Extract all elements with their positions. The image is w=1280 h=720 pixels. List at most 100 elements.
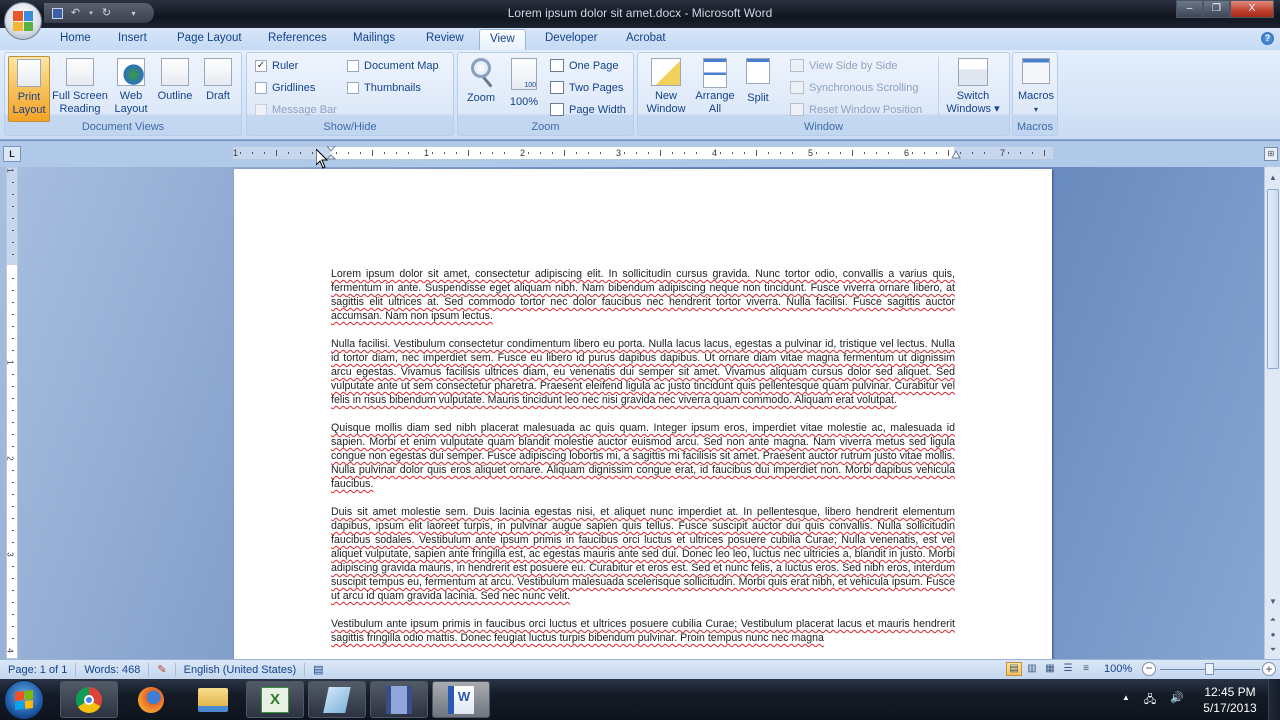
ruler-tick <box>444 152 445 154</box>
arrange-all-button[interactable]: Arrange All <box>692 56 738 116</box>
tab-acrobat[interactable]: Acrobat <box>626 32 666 44</box>
restore-button[interactable]: ❐ <box>1203 0 1230 18</box>
print-layout-view-icon[interactable]: ▤ <box>1006 662 1022 676</box>
split-icon <box>746 58 770 84</box>
paragraph[interactable]: Nulla facilisi. Vestibulum consectetur c… <box>331 337 955 407</box>
zoom-out-button[interactable]: − <box>1142 662 1156 676</box>
one-page-button[interactable]: One Page <box>550 59 619 72</box>
two-pages-button[interactable]: Two Pages <box>550 81 623 94</box>
ruler-tick <box>252 152 253 154</box>
group-document-views: Print Layout Full Screen Reading Web Lay… <box>4 52 242 136</box>
vertical-scrollbar[interactable]: ▲ ▼ ⏶ ● ⏷ <box>1264 167 1280 659</box>
paragraph[interactable]: Quisque mollis diam sed nibh placerat ma… <box>331 421 955 491</box>
tab-insert[interactable]: Insert <box>118 32 147 44</box>
outline-view-icon[interactable]: ☰ <box>1060 662 1076 676</box>
split-button[interactable]: Split <box>740 56 776 105</box>
help-icon[interactable]: ? <box>1261 32 1274 45</box>
scrollbar-thumb[interactable] <box>1267 189 1279 369</box>
page-width-button[interactable]: Page Width <box>550 103 626 116</box>
zoom-100-button[interactable]: 100 100% <box>504 56 544 109</box>
language[interactable]: English (United States) <box>176 662 306 677</box>
office-button[interactable] <box>4 2 42 40</box>
proofing-icon[interactable]: ✎ <box>149 662 176 677</box>
volume-icon[interactable]: 🔊 <box>1170 691 1184 710</box>
new-window-button[interactable]: New Window <box>642 56 690 116</box>
web-layout-button[interactable]: Web Layout <box>111 56 151 116</box>
next-page-button[interactable]: ⏷ <box>1266 643 1280 657</box>
draft-view-icon[interactable]: ≡ <box>1078 662 1094 676</box>
minimize-button[interactable]: – <box>1176 0 1203 18</box>
clock-time: 12:45 PM <box>1204 685 1256 699</box>
ruler-tick <box>648 152 649 154</box>
full-screen-reading-button[interactable]: Full Screen Reading <box>51 56 109 116</box>
document-map-checkbox[interactable]: Document Map <box>347 60 439 72</box>
tab-home[interactable]: Home <box>60 32 91 44</box>
document-page[interactable]: Lorem ipsum dolor sit amet, consectetur … <box>234 169 1052 659</box>
print-layout-button[interactable]: Print Layout <box>8 56 50 122</box>
tab-view[interactable]: View <box>479 29 526 50</box>
zoom-slider-thumb[interactable] <box>1205 663 1214 675</box>
tab-mailings[interactable]: Mailings <box>353 32 395 44</box>
draft-button[interactable]: Draft <box>199 56 237 103</box>
network-icon[interactable]: 🖧 <box>1144 691 1156 710</box>
ruler-tick <box>264 152 265 154</box>
full-screen-reading-view-icon[interactable]: ▥ <box>1024 662 1040 676</box>
ruler-tick <box>12 350 14 351</box>
clock[interactable]: 12:45 PM 5/17/2013 <box>1196 684 1264 716</box>
switch-windows-button[interactable]: Switch Windows ▾ <box>942 56 1004 116</box>
paragraph[interactable]: Lorem ipsum dolor sit amet, consectetur … <box>331 267 955 323</box>
view-ruler-button[interactable]: ⊞ <box>1264 147 1278 161</box>
web-layout-icon <box>117 58 145 86</box>
paragraph[interactable]: Duis sit amet molestie sem. Duis lacinia… <box>331 505 955 603</box>
two-pages-icon <box>550 81 564 94</box>
print-layout-icon <box>17 59 41 87</box>
tab-review[interactable]: Review <box>426 32 464 44</box>
ruler-number: 6 <box>904 148 910 158</box>
taskbar-movie-maker[interactable] <box>370 681 428 718</box>
page-count[interactable]: Page: 1 of 1 <box>0 662 77 677</box>
thumbnails-checkbox[interactable]: Thumbnails <box>347 82 421 94</box>
scroll-up-button[interactable]: ▲ <box>1266 171 1280 185</box>
ruler-tick <box>360 152 361 154</box>
ruler-tick <box>336 152 337 154</box>
tab-references[interactable]: References <box>268 32 327 44</box>
ruler-checkbox[interactable]: ✓ Ruler <box>255 60 298 72</box>
zoom-button[interactable]: Zoom <box>462 56 500 105</box>
zoom-in-button[interactable]: + <box>1262 662 1276 676</box>
show-hidden-icons-button[interactable]: ▲ <box>1122 691 1130 710</box>
horizontal-ruler[interactable]: 1 1 2 3 4 5 6 7 <box>232 146 1054 160</box>
previous-page-button[interactable]: ⏶ <box>1266 613 1280 627</box>
taskbar-explorer[interactable] <box>184 681 242 718</box>
tab-page-layout[interactable]: Page Layout <box>177 32 242 44</box>
start-button[interactable] <box>4 680 44 720</box>
document-body[interactable]: Lorem ipsum dolor sit amet, consectetur … <box>331 267 955 659</box>
close-button[interactable]: X <box>1230 0 1274 18</box>
ruler-tick <box>12 578 14 579</box>
taskbar-word[interactable]: W <box>432 681 490 718</box>
select-browse-object-button[interactable]: ● <box>1266 628 1280 642</box>
outline-button[interactable]: Outline <box>153 56 197 103</box>
taskbar-chrome[interactable] <box>60 681 118 718</box>
ruler-tick <box>12 302 14 303</box>
group-label-document-views: Document Views <box>81 121 165 133</box>
paragraph[interactable]: Vestibulum ante ipsum primis in faucibus… <box>331 617 955 645</box>
taskbar-excel[interactable]: X <box>246 681 304 718</box>
macros-button[interactable]: Macros ▾ <box>1016 56 1056 116</box>
web-layout-view-icon[interactable]: ▦ <box>1042 662 1058 676</box>
tab-developer[interactable]: Developer <box>545 32 597 44</box>
ruler-tick <box>588 152 589 154</box>
tab-selector-button[interactable]: L <box>3 146 21 162</box>
taskbar-notepad[interactable] <box>308 681 366 718</box>
taskbar-firefox[interactable] <box>122 681 180 718</box>
gridlines-checkbox[interactable]: Gridlines <box>255 82 315 94</box>
show-desktop-button[interactable] <box>1268 679 1280 720</box>
right-indent-marker[interactable] <box>951 146 961 160</box>
zoom-level[interactable]: 100% <box>1104 663 1132 675</box>
group-macros: Macros ▾ Macros <box>1012 52 1058 136</box>
scroll-down-button[interactable]: ▼ <box>1266 595 1280 609</box>
word-count[interactable]: Words: 468 <box>76 662 150 677</box>
vertical-ruler[interactable]: 1 1 2 3 4 <box>6 167 18 659</box>
ruler-tick <box>840 152 841 154</box>
window-controls: – ❐ X <box>1176 0 1274 18</box>
macro-recording-icon[interactable]: ▤ <box>305 663 331 677</box>
